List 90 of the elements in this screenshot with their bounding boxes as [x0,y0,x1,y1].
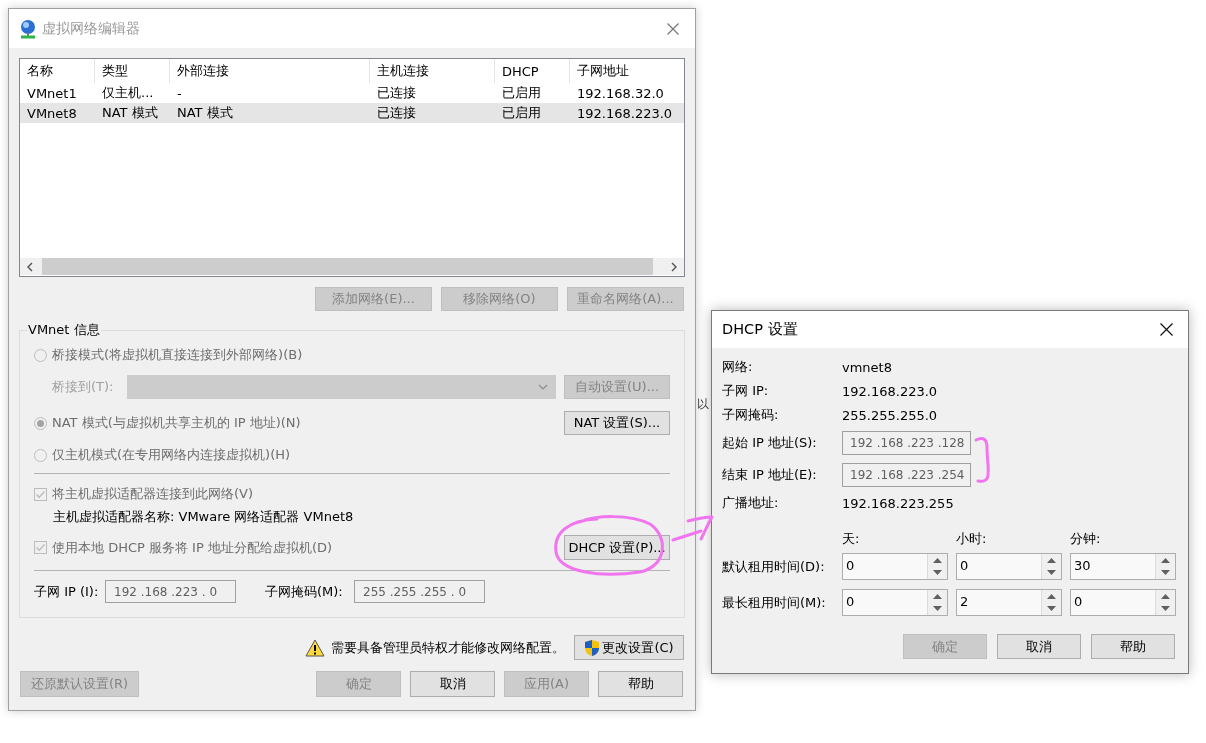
field-label: 广播地址: [722,494,780,512]
spin-up-button[interactable] [1156,590,1175,603]
spin-box[interactable]: 0 [1070,589,1176,616]
chevron-down-icon [538,384,548,390]
chevron-left-icon [27,261,33,272]
field-label: 默认租用时间(D): [722,557,826,576]
field-value: vmnet8 [842,359,892,375]
field-label: 子网掩码(M): [265,582,344,601]
up-triangle-icon [1161,557,1170,563]
spin-up-button[interactable] [1042,554,1061,567]
checkbox-label: 使用本地 DHCP 服务将 IP 地址分配给虚拟机(D) [52,538,333,557]
field-label: 结束 IP 地址(E): [722,466,818,484]
field-label: 桥接到(T): [52,378,115,396]
down-triangle-icon [1047,570,1056,576]
table-cell-text: 已连接 [376,84,417,102]
button[interactable]: 帮助 [1091,634,1175,659]
field-label: 起始 IP 地址(S): [722,434,818,452]
spin-up-button[interactable] [1156,554,1175,567]
table-cell-text: 已启用 [501,104,542,122]
hand-drawn-bracket [974,436,990,483]
table-cell-text: NAT 模式 [101,104,159,122]
chevron-right-icon [671,261,677,272]
shield-icon [584,638,601,657]
spin-box[interactable]: 30 [1070,553,1176,580]
field-value: 255.255.255.0 [842,407,938,423]
table-row[interactable]: VMnet8 NAT 模式 NAT 模式 已连接 已启用 192.168.223.0 [20,103,684,123]
up-triangle-icon [1047,593,1056,599]
down-triangle-icon [933,570,942,576]
spin-box[interactable]: 0 [956,553,1062,580]
spin-up-button[interactable] [928,554,947,567]
close-icon [1159,323,1173,336]
table-cell-text: VMnet1 [26,84,78,103]
radio-label: 仅主机模式(在专用网络内连接虚拟机)(H) [52,446,291,464]
warning-icon [305,638,325,657]
button[interactable]: 取消 [997,634,1081,659]
down-triangle-icon [1161,570,1170,576]
close-icon [667,22,679,35]
column-header[interactable]: DHCP [495,59,570,83]
field-value: 192.168.223.0 [842,383,938,399]
field-label: 最长租用时间(M): [722,593,827,612]
spin-up-button[interactable] [1042,590,1061,603]
window-title: DHCP 设置 [722,320,798,339]
table-row[interactable]: VMnet1 仅主机... - 已连接 已启用 192.168.32.0 [20,83,684,103]
table-cell-text: NAT 模式 [176,104,234,122]
group-title: VMnet 信息 [27,322,101,338]
table-cell-text: - [176,84,183,103]
up-triangle-icon [933,593,942,599]
button[interactable]: 取消 [410,671,495,697]
table-cell-text: 已启用 [501,84,542,102]
window-title: 虚拟网络编辑器 [42,19,140,38]
radio-label: 桥接模式(将虚拟机直接连接到外部网络)(B) [52,346,303,364]
table-cell-text: 仅主机... [101,84,155,102]
spin-box[interactable]: 2 [956,589,1062,616]
up-triangle-icon [933,557,942,563]
column-header[interactable]: 外部连接 [170,59,370,83]
up-triangle-icon [1047,557,1056,563]
column-header[interactable]: 类型 [95,59,170,83]
button[interactable]: 更改设置(C) [574,635,684,660]
button[interactable]: DHCP 设置(P)... [564,535,670,560]
field-label: 网络: [722,358,754,376]
notice-text: 需要具备管理员特权才能修改网络配置。 [331,638,565,657]
down-triangle-icon [1161,606,1170,612]
up-triangle-icon [1161,593,1170,599]
checkbox-label: 将主机虚拟适配器连接到此网络(V) [52,485,254,503]
field-label: 子网 IP (I): [34,582,100,601]
button[interactable]: 帮助 [598,671,683,697]
column-label: 分钟: [1070,530,1102,548]
field-label: 子网掩码: [722,406,780,424]
column-label: 天: [842,530,861,548]
radio-label: NAT 模式(与虚拟机共享主机的 IP 地址)(N) [52,414,301,432]
spin-up-button[interactable] [928,590,947,603]
hand-drawn-arrow [671,515,714,542]
table-cell-text: 192.168.32.0 [576,84,665,103]
background-text: 以 [697,397,709,412]
down-triangle-icon [1047,606,1056,612]
field-label: 子网 IP: [722,382,770,400]
table-cell-text: 已连接 [376,104,417,122]
globe-icon [19,18,37,39]
spin-box[interactable]: 0 [842,553,948,580]
spin-box[interactable]: 0 [842,589,948,616]
button[interactable]: NAT 设置(S)... [564,411,670,435]
column-header[interactable]: 子网地址 [570,59,684,83]
field-value: 192.168.223.255 [842,495,954,511]
column-label: 小时: [956,530,988,548]
column-header[interactable]: 名称 [20,59,95,83]
table-cell-text: 192.168.223.0 [576,104,674,123]
table-cell-text: VMnet8 [26,104,78,123]
down-triangle-icon [933,606,942,612]
adapter-name-text: 主机虚拟适配器名称: VMware 网络适配器 VMnet8 [52,508,354,526]
column-header[interactable]: 主机连接 [370,59,495,83]
